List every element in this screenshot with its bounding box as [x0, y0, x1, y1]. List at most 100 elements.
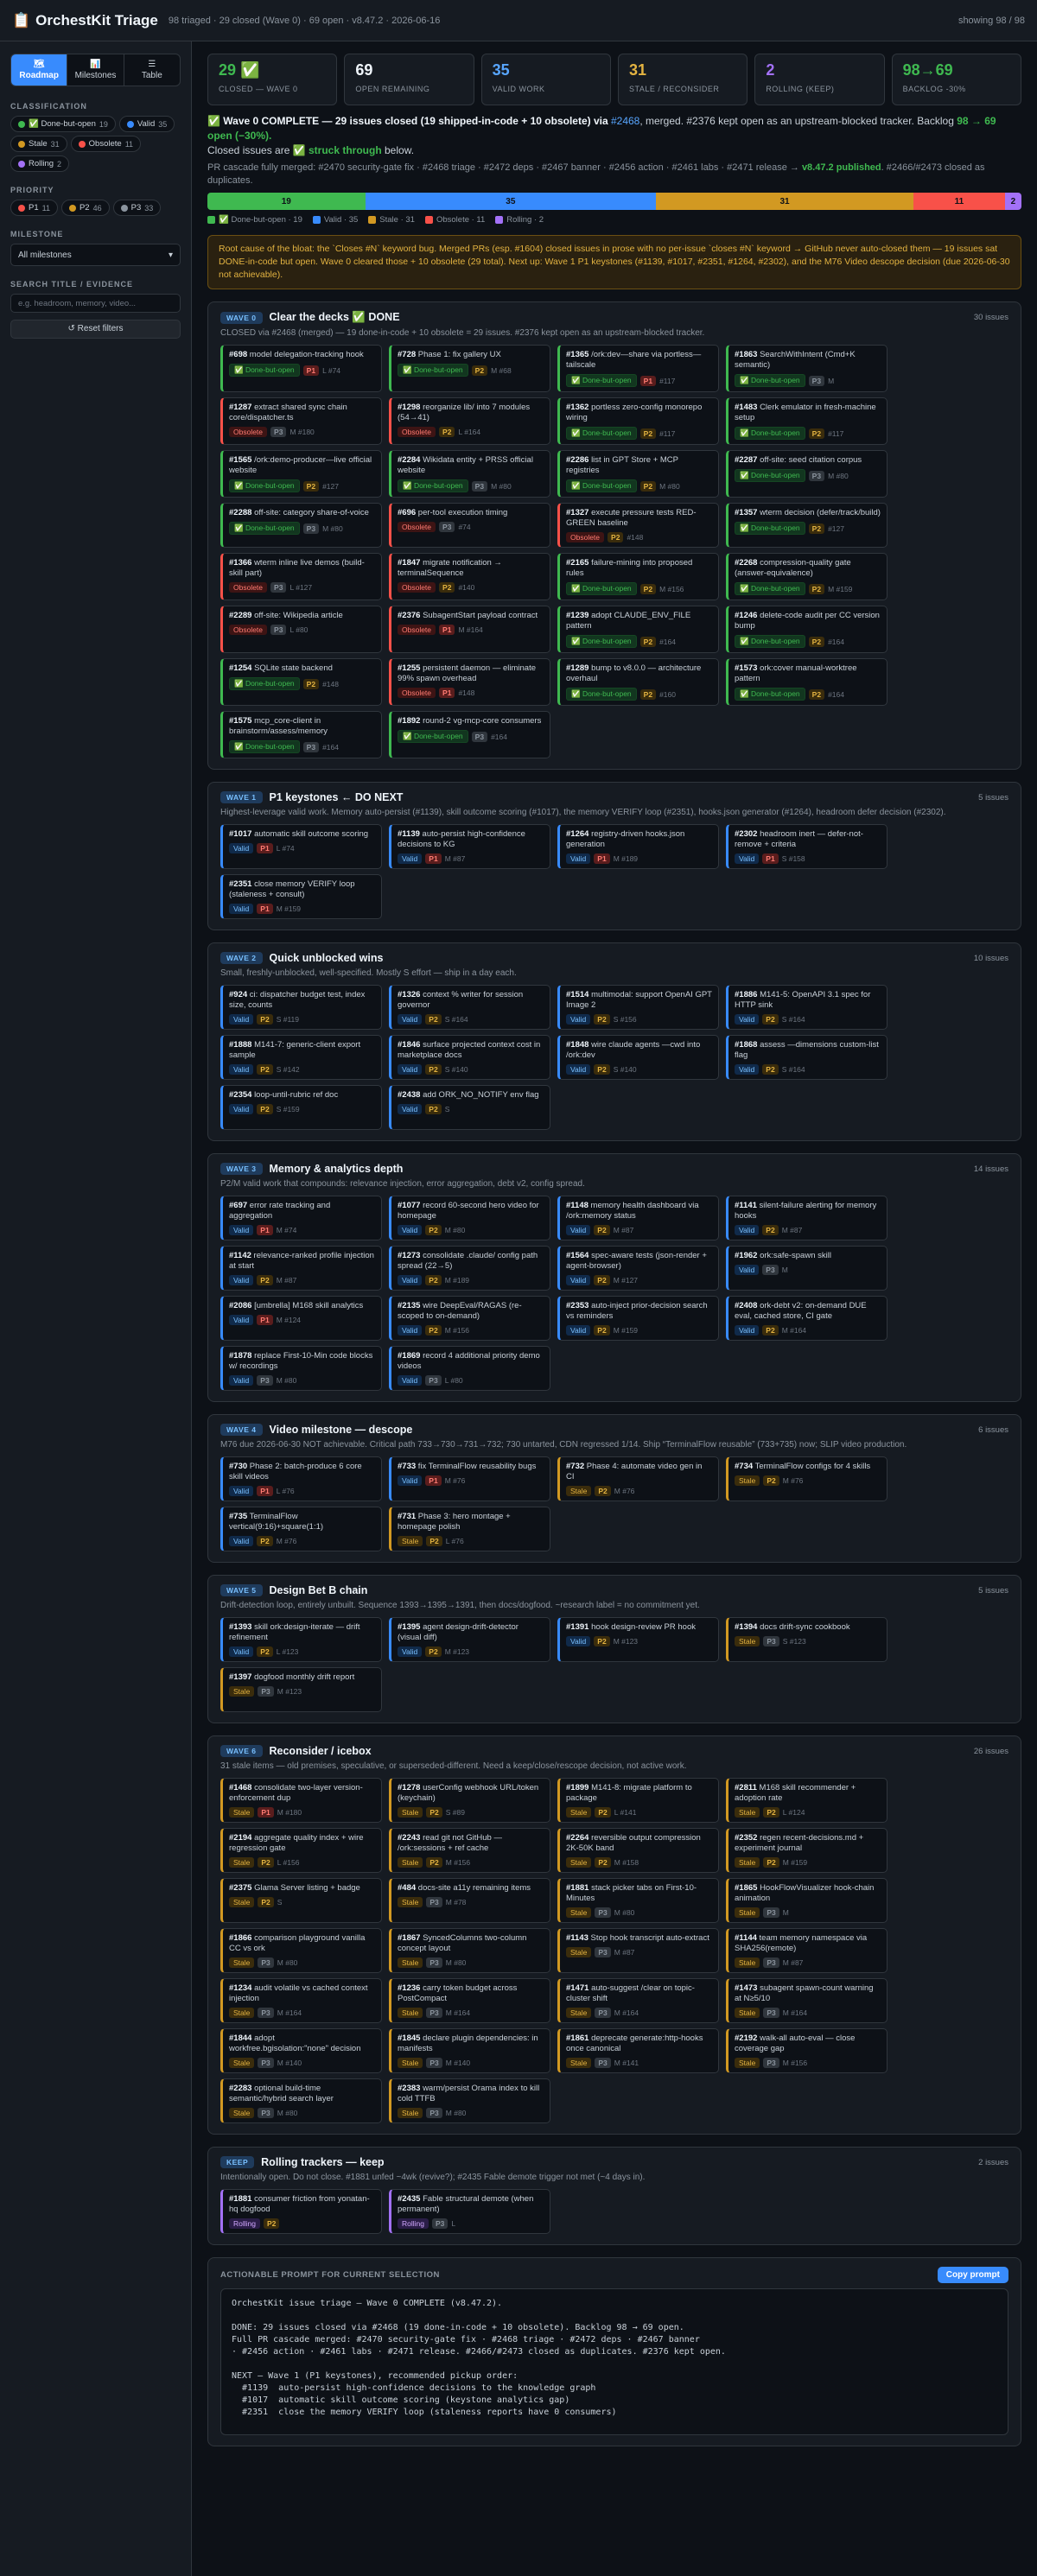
- issue-number[interactable]: #2383: [398, 2084, 420, 2093]
- issue-card[interactable]: #2376 SubagentStart payload contract Obso…: [389, 606, 550, 653]
- issue-number[interactable]: #1357: [735, 508, 757, 517]
- issue-number[interactable]: #728: [398, 350, 416, 359]
- issue-number[interactable]: #2287: [735, 455, 757, 465]
- issue-number[interactable]: #1255: [398, 663, 420, 673]
- issue-card[interactable]: #1264 registry-driven hooks.json generat…: [557, 824, 719, 869]
- issue-number[interactable]: #732: [566, 1462, 584, 1471]
- issue-number[interactable]: #1892: [398, 716, 420, 726]
- issue-number[interactable]: #2165: [566, 558, 588, 568]
- issue-number[interactable]: #1867: [398, 1933, 420, 1943]
- filter-chip-valid[interactable]: Valid 35: [118, 116, 175, 132]
- issue-card[interactable]: #1077 record 60-second hero video for ho…: [389, 1196, 550, 1240]
- issue-card[interactable]: #1847 migrate notification → terminalSeq…: [389, 553, 550, 600]
- issue-number[interactable]: #2352: [735, 1833, 757, 1843]
- copy-prompt-button[interactable]: Copy prompt: [937, 2267, 1008, 2283]
- issue-number[interactable]: #1289: [566, 663, 588, 673]
- issue-card[interactable]: #1395 agent design-drift-detector (visua…: [389, 1617, 550, 1662]
- issue-card[interactable]: #2243 read git not GitHub — /ork:session…: [389, 1828, 550, 1873]
- issue-card[interactable]: #1483 Clerk emulator in fresh-machine se…: [726, 397, 887, 445]
- issue-number[interactable]: #2286: [566, 455, 588, 465]
- tab-table[interactable]: ☰ Table: [124, 54, 180, 86]
- issue-card[interactable]: #1899 M141-8: migrate platform to packag…: [557, 1778, 719, 1823]
- issue-card[interactable]: #1255 persistent daemon — eliminate 99% …: [389, 658, 550, 706]
- issue-card[interactable]: #734 TerminalFlow configs for 4 skills St…: [726, 1456, 887, 1501]
- issue-card[interactable]: #2351 close memory VERIFY loop (stalenes…: [220, 874, 382, 919]
- issue-card[interactable]: #1239 adopt CLAUDE_ENV_FILE pattern ✅ Don…: [557, 606, 719, 653]
- issue-card[interactable]: #1848 wire claude agents —cwd into /ork:…: [557, 1035, 719, 1080]
- issue-card[interactable]: #2268 compression-quality gate (answer-e…: [726, 553, 887, 600]
- issue-number[interactable]: #1575: [229, 716, 251, 726]
- issue-card[interactable]: #1564 spec-aware tests (json-render + ag…: [557, 1246, 719, 1291]
- issue-number[interactable]: #2268: [735, 558, 757, 568]
- issue-card[interactable]: #1327 execute pressure tests RED-GREEN b…: [557, 503, 719, 548]
- issue-number[interactable]: #2354: [229, 1090, 251, 1100]
- issue-number[interactable]: #1397: [229, 1672, 251, 1682]
- issue-card[interactable]: #2408 ork-debt v2: on-demand DUE eval, c…: [726, 1296, 887, 1341]
- issue-card[interactable]: #1287 extract shared sync chain core/dis…: [220, 397, 382, 445]
- issue-number[interactable]: #2353: [566, 1301, 588, 1310]
- issue-number[interactable]: #1881: [566, 1883, 588, 1893]
- issue-card[interactable]: #730 Phase 2: batch-produce 6 core skill…: [220, 1456, 382, 1501]
- issue-card[interactable]: #1471 auto-suggest /clear on topic-clust…: [557, 1978, 719, 2023]
- issue-number[interactable]: #2284: [398, 455, 420, 465]
- issue-number[interactable]: #1962: [735, 1251, 757, 1260]
- issue-number[interactable]: #1886: [735, 990, 757, 999]
- issue-card[interactable]: #731 Phase 3: hero montage + homepage po…: [389, 1507, 550, 1551]
- issue-number[interactable]: #2351: [229, 879, 251, 889]
- issue-card[interactable]: #2283 optional build-time semantic/hybri…: [220, 2078, 382, 2123]
- search-input[interactable]: e.g. headroom, memory, video...: [10, 294, 181, 313]
- issue-number[interactable]: #1881: [229, 2194, 251, 2204]
- issue-number[interactable]: #2811: [735, 1783, 757, 1792]
- issue-number[interactable]: #1391: [566, 1622, 588, 1632]
- issue-number[interactable]: #1514: [566, 990, 588, 999]
- issue-number[interactable]: #1143: [566, 1933, 588, 1943]
- issue-card[interactable]: #1878 replace First-10-Min code blocks w…: [220, 1346, 382, 1391]
- issue-number[interactable]: #1239: [566, 611, 588, 620]
- issue-card[interactable]: #1863 SearchWithIntent (Cmd+K semantic) ✅…: [726, 345, 887, 392]
- issue-number[interactable]: #2192: [735, 2034, 757, 2043]
- issue-card[interactable]: #732 Phase 4: automate video gen in CI St…: [557, 1456, 719, 1501]
- issue-card[interactable]: #1892 round-2 vg-mcp-core consumers ✅ Don…: [389, 711, 550, 758]
- issue-card[interactable]: #2286 list in GPT Store + MCP registries…: [557, 450, 719, 498]
- filter-chip-rolling[interactable]: Rolling 2: [10, 155, 70, 172]
- issue-number[interactable]: #697: [229, 1201, 247, 1210]
- issue-number[interactable]: #1362: [566, 403, 588, 412]
- issue-number[interactable]: #734: [735, 1462, 753, 1471]
- issue-number[interactable]: #924: [229, 990, 247, 999]
- issue-card[interactable]: #1868 assess —dimensions custom-list fla…: [726, 1035, 887, 1080]
- issue-card[interactable]: #1143 Stop hook transcript auto-extract S…: [557, 1928, 719, 1973]
- issue-number[interactable]: #484: [398, 1883, 416, 1893]
- issue-card[interactable]: #2135 wire DeepEval/RAGAS (re-scoped to …: [389, 1296, 550, 1341]
- issue-card[interactable]: #733 fix TerminalFlow reusability bugs Va…: [389, 1456, 550, 1501]
- issue-card[interactable]: #1148 memory health dashboard via /ork:m…: [557, 1196, 719, 1240]
- issue-number[interactable]: #1848: [566, 1040, 588, 1050]
- issue-number[interactable]: #1139: [398, 829, 420, 839]
- issue-card[interactable]: #1326 context % writer for session gover…: [389, 985, 550, 1030]
- issue-number[interactable]: #1326: [398, 990, 420, 999]
- issue-number[interactable]: #1278: [398, 1783, 420, 1792]
- issue-number[interactable]: #1573: [735, 663, 757, 673]
- issue-card[interactable]: #1393 skill ork:design-iterate — drift r…: [220, 1617, 382, 1662]
- issue-card[interactable]: #2264 reversible output compression 2K-5…: [557, 1828, 719, 1873]
- issue-card[interactable]: #728 Phase 1: fix gallery UX ✅ Done-but-o…: [389, 345, 550, 392]
- issue-card[interactable]: #1289 bump to v8.0.0 — architecture over…: [557, 658, 719, 706]
- issue-card[interactable]: #1365 /ork:dev—share via portless—tailsc…: [557, 345, 719, 392]
- issue-card[interactable]: #2438 add ORK_NO_NOTIFY env flag Valid P2 S: [389, 1085, 550, 1130]
- issue-number[interactable]: #1141: [735, 1201, 757, 1210]
- issue-number[interactable]: #1264: [566, 829, 588, 839]
- issue-card[interactable]: #1866 comparison playground vanilla CC v…: [220, 1928, 382, 1973]
- issue-number[interactable]: #2435: [398, 2194, 420, 2204]
- issue-card[interactable]: #1236 carry token budget across PostComp…: [389, 1978, 550, 2023]
- issue-number[interactable]: #1148: [566, 1201, 588, 1210]
- issue-card[interactable]: #1234 audit volatile vs cached context i…: [220, 1978, 382, 2023]
- issue-number[interactable]: #1327: [566, 508, 588, 517]
- issue-card[interactable]: #1575 mcp_core-client in brainstorm/asse…: [220, 711, 382, 758]
- issue-card[interactable]: #735 TerminalFlow vertical(9:16)+square(…: [220, 1507, 382, 1551]
- filter-chip-obsolete[interactable]: Obsolete 11: [70, 136, 142, 152]
- issue-number[interactable]: #2194: [229, 1833, 251, 1843]
- issue-number[interactable]: #1865: [735, 1883, 757, 1893]
- issue-number[interactable]: #1869: [398, 1351, 420, 1361]
- issue-card[interactable]: #1139 auto-persist high-confidence decis…: [389, 824, 550, 869]
- issue-card[interactable]: #2284 Wikidata entity + PRSS official we…: [389, 450, 550, 498]
- issue-number[interactable]: #1471: [566, 1983, 588, 1993]
